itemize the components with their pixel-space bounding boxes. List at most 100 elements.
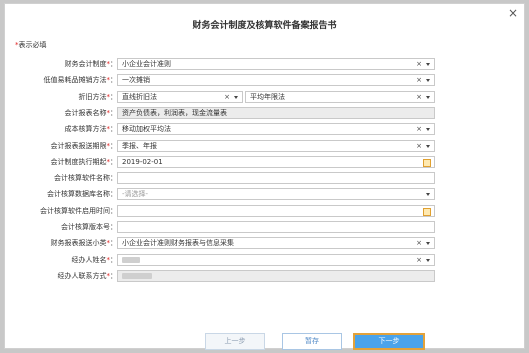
chevron-down-icon[interactable] xyxy=(234,95,238,99)
field-label: 经办人姓名*： xyxy=(5,254,118,266)
label-colon: ： xyxy=(110,206,117,215)
label-colon: ： xyxy=(110,271,117,280)
field-label: 会计核算版本号： xyxy=(5,221,117,233)
form-row: 会计核算软件名称： xyxy=(5,172,526,185)
label-colon: ： xyxy=(110,76,117,85)
field-label: 会计报表名称*： xyxy=(5,107,118,119)
form-row: 财务报表报送小类*： 小企业会计准则财务报表与信息采集 × xyxy=(5,237,526,250)
field-label: 财务会计制度*： xyxy=(5,58,118,70)
chevron-down-icon[interactable] xyxy=(426,63,430,66)
field-value: 直线折旧法 xyxy=(122,92,157,101)
label-colon: ： xyxy=(110,108,117,117)
page-background: × 财务会计制度及核算软件备案报告书 *表示必填 财务会计制度*： 小企业会计准则… xyxy=(0,0,529,353)
clear-icon[interactable]: × xyxy=(416,124,422,134)
field-label: 会计核算软件名称： xyxy=(5,172,117,184)
field-label-text: 会计报表报送期限 xyxy=(50,141,107,150)
chevron-down-icon[interactable] xyxy=(426,95,430,99)
calendar-icon[interactable] xyxy=(423,207,431,216)
clear-icon[interactable]: × xyxy=(416,75,422,85)
readonly-field: 资产负债表，利润表，现金流量表 xyxy=(117,106,435,119)
select-field[interactable]: 季报、年报 × xyxy=(117,139,435,152)
select-field[interactable]: -请选择- xyxy=(117,188,435,201)
field-label: 会计核算数据库名称： xyxy=(5,188,117,200)
clear-icon[interactable]: × xyxy=(416,238,422,248)
label-colon: ： xyxy=(110,92,117,101)
label-colon: ： xyxy=(110,255,117,264)
field-label-text: 经办人联系方式 xyxy=(57,271,107,280)
label-colon: ： xyxy=(110,141,117,150)
filing-report-dialog: × 财务会计制度及核算软件备案报告书 *表示必填 财务会计制度*： 小企业会计准则… xyxy=(4,3,526,350)
select-field[interactable]: 小企业会计准则财务报表与信息采集 × xyxy=(117,237,435,250)
field-label-text: 财务报表报送小类 xyxy=(50,239,107,248)
field-label-text: 财务会计制度 xyxy=(64,60,107,68)
clear-icon[interactable]: × xyxy=(416,141,422,151)
select-field[interactable]: 平均年限法 × xyxy=(245,90,435,103)
field-label: 经办人联系方式*： xyxy=(5,270,118,282)
redacted-value xyxy=(122,256,140,263)
field-label: 财务报表报送小类*： xyxy=(5,237,118,249)
redacted-value xyxy=(122,272,152,279)
label-colon: ： xyxy=(110,223,117,231)
chevron-down-icon[interactable] xyxy=(426,258,430,262)
form-row: 会计核算版本号： xyxy=(5,221,526,233)
clear-icon[interactable]: × xyxy=(416,255,422,265)
form-row: 会计报表名称*： 资产负债表，利润表，现金流量表 xyxy=(5,106,526,119)
label-colon: ： xyxy=(110,60,117,68)
calendar-icon[interactable] xyxy=(423,158,431,167)
text-field[interactable] xyxy=(117,221,435,233)
chevron-down-icon[interactable] xyxy=(426,242,430,246)
form-row: 会计核算软件启用时间： xyxy=(5,204,526,217)
clear-icon[interactable]: × xyxy=(224,92,230,102)
field-label-text: 会计核算版本号 xyxy=(61,223,110,231)
field-label-text: 会计核算数据库名称 xyxy=(47,190,110,199)
form-row: 经办人姓名*： × xyxy=(5,253,526,266)
field-value: -请选择- xyxy=(122,190,149,199)
field-label: 折旧方法*： xyxy=(5,91,118,103)
select-field[interactable]: × xyxy=(117,253,435,266)
select-field[interactable]: 一次摊销 × xyxy=(117,74,435,87)
field-label-text: 会计制度执行期起 xyxy=(50,157,107,166)
chevron-down-icon[interactable] xyxy=(426,79,430,83)
next-button[interactable]: 下一步 xyxy=(353,333,425,350)
form-row: 会计报表报送期限*： 季报、年报 × xyxy=(5,139,526,152)
chevron-down-icon[interactable] xyxy=(426,193,430,197)
field-value: 平均年限法 xyxy=(250,92,285,101)
date-field[interactable] xyxy=(117,204,435,217)
readonly-field xyxy=(117,269,435,282)
dialog-title: 财务会计制度及核算软件备案报告书 xyxy=(192,21,337,31)
field-label-text: 低值易耗品摊销方法 xyxy=(43,76,107,85)
field-value: 小企业会计准则 xyxy=(122,60,171,68)
label-colon: ： xyxy=(110,125,117,134)
label-colon: ： xyxy=(110,239,117,248)
field-label-text: 折旧方法 xyxy=(78,92,107,101)
field-value: 季报、年报 xyxy=(122,141,157,150)
chevron-down-icon[interactable] xyxy=(426,144,430,148)
form-row: 经办人联系方式*： xyxy=(5,269,526,282)
chevron-down-icon[interactable] xyxy=(426,128,430,132)
field-label-text: 会计核算软件名称 xyxy=(54,174,110,183)
clear-icon[interactable]: × xyxy=(416,92,422,102)
field-value: 2019-02-01 xyxy=(122,157,163,166)
date-field[interactable]: 2019-02-01 xyxy=(117,155,435,168)
select-field[interactable]: 移动加权平均法 × xyxy=(117,123,435,136)
field-label: 低值易耗品摊销方法*： xyxy=(5,74,118,86)
required-note: *表示必填 xyxy=(15,40,47,50)
label-colon: ： xyxy=(110,190,117,199)
field-label: 会计核算软件启用时间： xyxy=(5,205,117,217)
form-row: 会计核算数据库名称： -请选择- xyxy=(5,188,526,201)
save-button[interactable]: 暂存 xyxy=(282,333,342,350)
required-note-text: 表示必填 xyxy=(18,41,47,49)
field-label-text: 经办人姓名 xyxy=(71,255,107,264)
field-value: 小企业会计准则财务报表与信息采集 xyxy=(122,239,234,248)
select-field[interactable]: 直线折旧法 × xyxy=(117,90,243,103)
form-row: 会计制度执行期起*： 2019-02-01 xyxy=(5,155,526,168)
field-value: 一次摊销 xyxy=(122,76,150,85)
field-value: 移动加权平均法 xyxy=(122,125,171,134)
label-colon: ： xyxy=(110,157,117,166)
prev-button[interactable]: 上一步 xyxy=(205,333,265,350)
select-field[interactable]: 小企业会计准则 × xyxy=(117,58,435,70)
form-row: 低值易耗品摊销方法*： 一次摊销 × xyxy=(5,74,526,87)
clear-icon[interactable]: × xyxy=(416,59,422,69)
text-field[interactable] xyxy=(117,172,435,185)
label-colon: ： xyxy=(110,174,117,183)
